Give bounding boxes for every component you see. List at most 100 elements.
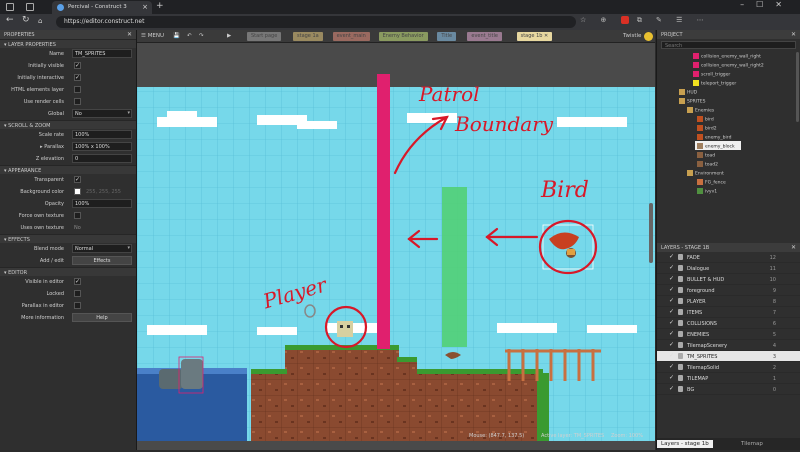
project-item[interactable]: collision_enemy_wall_right xyxy=(657,51,800,60)
layer-row[interactable]: ✓ ITEMS 7 xyxy=(657,307,800,318)
close-panel-icon[interactable]: ✕ xyxy=(791,31,796,38)
layer-visible-checkbox[interactable]: ✓ xyxy=(669,298,675,304)
layer-row[interactable]: ✓ FADE 12 xyxy=(657,252,800,263)
layer-visible-checkbox[interactable]: ✓ xyxy=(669,364,675,370)
folder-item[interactable]: HUD xyxy=(657,87,800,96)
scroll-trigger-zone[interactable] xyxy=(442,187,467,347)
folder-item[interactable]: Enemies xyxy=(657,105,800,114)
section-effects[interactable]: ▾ EFFECTS xyxy=(0,234,136,243)
save-icon[interactable]: 💾 xyxy=(173,33,180,39)
lock-icon[interactable] xyxy=(678,265,683,271)
window-controls[interactable]: –☐✕ xyxy=(740,0,794,9)
section-editor[interactable]: ▾ EDITOR xyxy=(0,267,136,276)
lock-icon[interactable] xyxy=(678,331,683,337)
url-field[interactable]: https://editor.construct.net xyxy=(56,16,576,28)
scale-rate-input[interactable]: 100% xyxy=(72,130,132,139)
project-scrollbar[interactable] xyxy=(796,52,799,122)
layer-visible-checkbox[interactable]: ✓ xyxy=(669,287,675,293)
layer-row[interactable]: ✓ ENEMIES 5 xyxy=(657,329,800,340)
blend-mode-select[interactable]: Normal xyxy=(72,244,132,253)
force-texture-checkbox[interactable] xyxy=(74,212,81,219)
lock-icon[interactable] xyxy=(678,386,683,392)
section-scroll-zoom[interactable]: ▾ SCROLL & ZOOM xyxy=(0,120,136,129)
layer-visible-checkbox[interactable]: ✓ xyxy=(669,353,675,359)
lock-icon[interactable] xyxy=(678,364,683,370)
bg-color-value[interactable]: 255, 255, 255 xyxy=(86,189,121,195)
effects-button[interactable]: Effects xyxy=(72,256,132,265)
extension-red-icon[interactable] xyxy=(620,16,629,24)
tab-start-page[interactable]: Start page xyxy=(247,32,282,41)
color-swatch[interactable] xyxy=(74,188,81,195)
close-panel-icon[interactable]: ✕ xyxy=(127,31,132,38)
layer-visible-checkbox[interactable]: ✓ xyxy=(669,320,675,326)
tab-event-title[interactable]: event_title xyxy=(467,32,502,41)
project-item[interactable]: bird xyxy=(657,114,800,123)
layer-row[interactable]: ✓ TILEMAP 1 xyxy=(657,373,800,384)
project-item[interactable]: toad xyxy=(657,150,800,159)
undo-icon[interactable]: ↶ xyxy=(187,33,192,39)
layer-row[interactable]: ✓ TilemapSolid 2 xyxy=(657,362,800,373)
lock-icon[interactable] xyxy=(678,309,683,315)
avatar[interactable] xyxy=(644,32,653,41)
folder-item[interactable]: SPRITES xyxy=(657,96,800,105)
lock-icon[interactable] xyxy=(678,375,683,381)
lock-icon[interactable] xyxy=(678,287,683,293)
back-icon[interactable]: ← xyxy=(6,15,14,25)
tab-actions-icon[interactable] xyxy=(6,3,14,11)
tab-stage-1b[interactable]: stage 1b ✕ xyxy=(516,32,553,41)
tab-layers[interactable]: Layers - stage 1b xyxy=(657,440,713,448)
tab-enemy-behavior[interactable]: Enemy Behavior xyxy=(378,32,428,41)
layer-visible-checkbox[interactable]: ✓ xyxy=(669,265,675,271)
layer-visible-checkbox[interactable]: ✓ xyxy=(669,331,675,337)
layout-view[interactable]: Patrol Boundary Bird Player Mouse: (847.… xyxy=(137,43,655,450)
render-cells-checkbox[interactable] xyxy=(74,98,81,105)
transparent-checkbox[interactable]: ✓ xyxy=(74,176,81,183)
visible-editor-checkbox[interactable]: ✓ xyxy=(74,278,81,285)
folder-item[interactable]: Environment xyxy=(657,168,800,177)
tab-stage-1a[interactable]: stage 1a xyxy=(293,32,323,41)
layer-row[interactable]: ✓ PLAYER 8 xyxy=(657,296,800,307)
browser-tab[interactable]: Percival - Construct 3 × xyxy=(52,1,152,14)
patrol-boundary-collision[interactable] xyxy=(377,74,390,349)
lock-icon[interactable] xyxy=(678,320,683,326)
lock-icon[interactable] xyxy=(678,298,683,304)
canvas-scrollbar[interactable] xyxy=(649,203,653,263)
layer-row[interactable]: ✓ COLLISIONS 6 xyxy=(657,318,800,329)
layer-visible-checkbox[interactable]: ✓ xyxy=(669,342,675,348)
layer-row[interactable]: ✓ TilemapScenery 4 xyxy=(657,340,800,351)
project-item[interactable]: toad2 xyxy=(657,159,800,168)
workspaces-icon[interactable] xyxy=(26,3,34,11)
name-input[interactable]: TM_SPRITES xyxy=(72,49,132,58)
project-item[interactable]: teleport_trigger xyxy=(657,78,800,87)
parallax-input[interactable]: 100% x 100% xyxy=(72,142,132,151)
lock-icon[interactable] xyxy=(678,342,683,348)
play-icon[interactable]: ▶ xyxy=(227,33,231,39)
new-tab-icon[interactable]: + xyxy=(156,1,164,11)
layer-visible-checkbox[interactable]: ✓ xyxy=(669,309,675,315)
section-appearance[interactable]: ▾ APPEARANCE xyxy=(0,165,136,174)
parallax-editor-checkbox[interactable] xyxy=(74,302,81,309)
initially-visible-checkbox[interactable]: ✓ xyxy=(74,62,81,69)
layer-visible-checkbox[interactable]: ✓ xyxy=(669,386,675,392)
redo-icon[interactable]: ↷ xyxy=(199,33,204,39)
extensions-toolbar[interactable]: ☆ ⊕ ⧉ ✎ ☰ ⋯ xyxy=(580,16,710,25)
tab-event-main[interactable]: event_main xyxy=(332,32,370,41)
tab-title[interactable]: Title xyxy=(437,32,457,41)
layer-row[interactable]: ✓ BULLET & HUD 10 xyxy=(657,274,800,285)
project-item[interactable]: scroll_trigger xyxy=(657,69,800,78)
tab-tilemap[interactable]: Tilemap xyxy=(737,440,767,448)
lock-icon[interactable] xyxy=(678,353,683,359)
layer-row[interactable]: ✓ Dialogue 11 xyxy=(657,263,800,274)
layer-row[interactable]: ✓ BG 0 xyxy=(657,384,800,395)
layer-visible-checkbox[interactable]: ✓ xyxy=(669,276,675,282)
help-button[interactable]: Help xyxy=(72,313,132,322)
project-item[interactable]: enemy_bird xyxy=(657,132,800,141)
project-item[interactable]: collision_enemy_wall_right2 xyxy=(657,60,800,69)
global-select[interactable]: No xyxy=(72,109,132,118)
layer-visible-checkbox[interactable]: ✓ xyxy=(669,375,675,381)
layer-row[interactable]: ✓ TM_SPRITES 3 xyxy=(657,351,800,362)
lock-icon[interactable] xyxy=(678,254,683,260)
layer-row[interactable]: ✓ foreground 9 xyxy=(657,285,800,296)
section-layer-properties[interactable]: ▾ LAYER PROPERTIES xyxy=(0,39,136,48)
close-panel-icon[interactable]: ✕ xyxy=(791,244,796,251)
